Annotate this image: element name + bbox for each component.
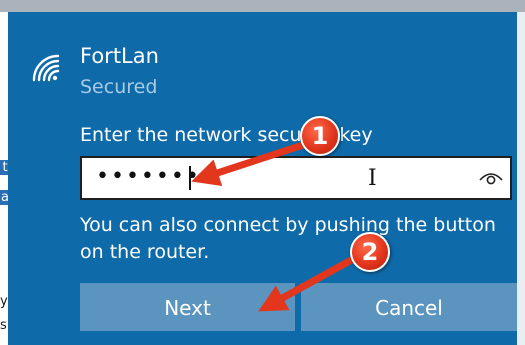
background-text-fragment: s (0, 318, 7, 333)
background-text-fragment: y (0, 294, 8, 309)
network-name: FortLan (80, 44, 159, 68)
security-key-input[interactable]: ••••••• I (80, 156, 512, 200)
background-right-edge (517, 12, 525, 345)
eye-icon[interactable] (478, 168, 504, 188)
annotation-marker-2: 2 (350, 232, 390, 272)
cancel-button[interactable]: Cancel (301, 283, 517, 331)
next-button[interactable]: Next (80, 283, 295, 331)
window-top-strip (0, 0, 525, 12)
network-status: Secured (80, 76, 158, 98)
text-caret (189, 166, 191, 190)
password-value: ••••••• (96, 164, 201, 189)
wps-hint-text: You can also connect by pushing the butt… (80, 214, 496, 263)
annotation-marker-1: 1 (300, 116, 340, 156)
wifi-icon (32, 54, 60, 82)
ibeam-cursor-icon: I (368, 166, 377, 191)
